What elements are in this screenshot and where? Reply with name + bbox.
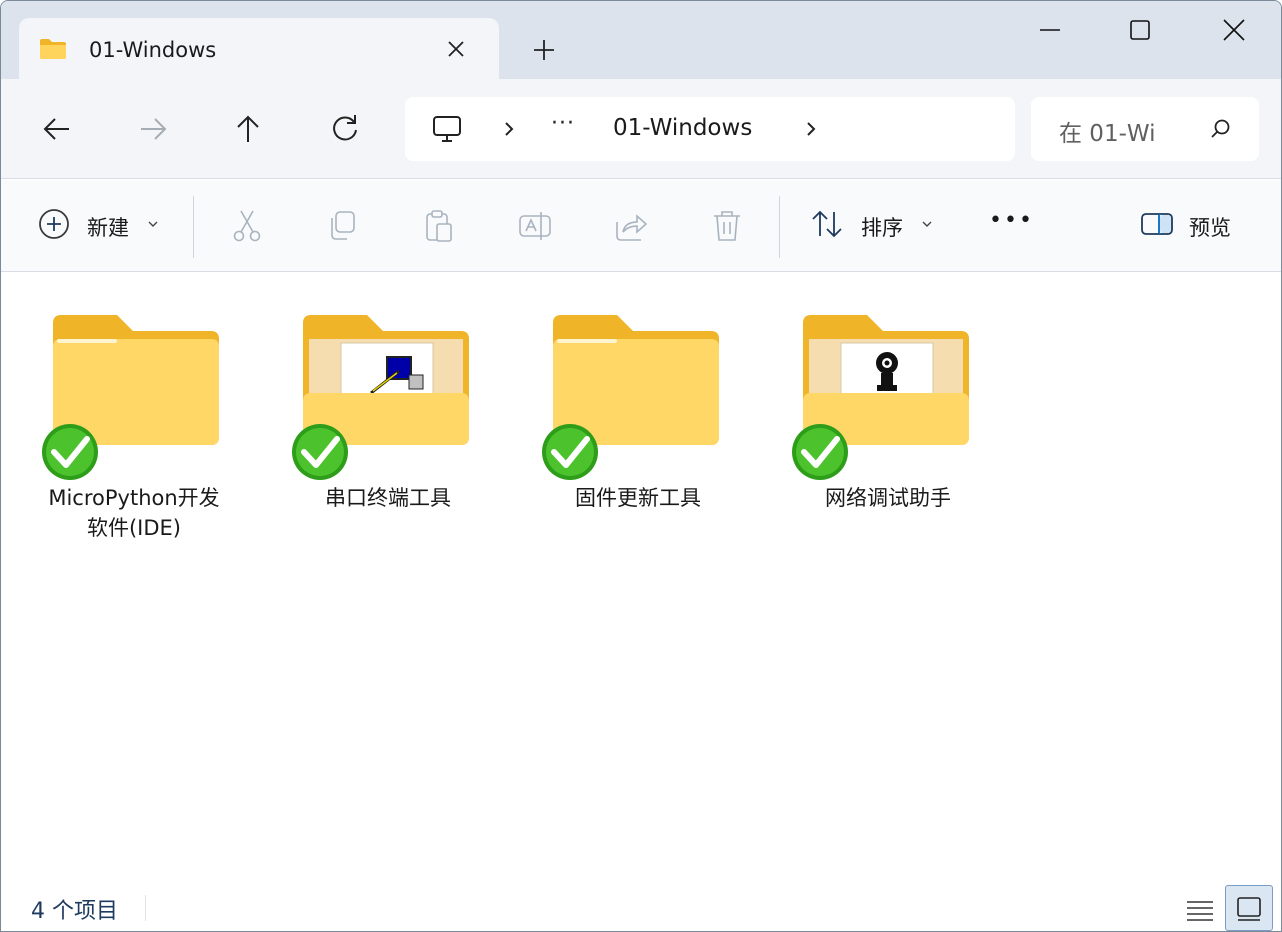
- cut-icon[interactable]: [229, 208, 265, 244]
- new-button[interactable]: 新建: [37, 206, 167, 246]
- rename-icon[interactable]: [517, 208, 553, 244]
- status-bar: 4 个项目: [1, 885, 1281, 931]
- command-bar: 新建 排序 ••• 预览: [1, 180, 1281, 272]
- tab-01-windows[interactable]: 01-Windows: [19, 18, 499, 80]
- folder-icon: [40, 39, 66, 59]
- arrow-up-icon[interactable]: [228, 109, 268, 149]
- folder-item-serial-terminal[interactable]: 串口终端工具: [291, 311, 481, 561]
- file-explorer-window: 01-Windows ··· 01-Windows 在 01-Wi 新建 排序 …: [0, 0, 1282, 932]
- folder-item-micropython-ide[interactable]: MicroPython开发软件(IDE): [41, 311, 231, 561]
- new-label: 新建: [87, 216, 129, 240]
- close-icon[interactable]: [1211, 9, 1257, 51]
- paste-icon[interactable]: [421, 208, 457, 244]
- folder-label: 固件更新工具: [575, 486, 701, 510]
- address-more[interactable]: ···: [551, 111, 575, 136]
- preview-label: 预览: [1189, 216, 1231, 240]
- copy-icon[interactable]: [325, 208, 361, 244]
- divider: [779, 196, 780, 258]
- plus-circle-icon: [39, 209, 69, 239]
- search-placeholder: 在 01-Wi: [1059, 121, 1156, 147]
- arrow-right-icon[interactable]: [133, 109, 173, 149]
- address-segment[interactable]: 01-Windows: [613, 115, 752, 141]
- folder-item-firmware-update[interactable]: 固件更新工具: [541, 311, 731, 561]
- divider: [193, 196, 194, 258]
- sort-button[interactable]: 排序: [809, 206, 939, 246]
- arrow-left-icon[interactable]: [37, 109, 77, 149]
- chevron-right-icon[interactable]: [803, 117, 819, 141]
- minimize-icon[interactable]: [1027, 9, 1073, 51]
- file-list: MicroPython开发软件(IDE) 串口终端工具 固件更新工具 网络调试助…: [1, 273, 1281, 885]
- preview-button[interactable]: 预览: [1139, 206, 1249, 246]
- more-options-button[interactable]: •••: [989, 208, 1034, 233]
- trash-icon[interactable]: [709, 208, 745, 244]
- folder-item-network-debug[interactable]: 网络调试助手: [791, 311, 981, 561]
- sync-check-icon: [542, 424, 598, 480]
- sort-label: 排序: [861, 216, 903, 240]
- tab-title: 01-Windows: [89, 38, 217, 62]
- large-icons-view-button[interactable]: [1225, 885, 1273, 931]
- refresh-icon[interactable]: [325, 109, 365, 149]
- sync-check-icon: [42, 424, 98, 480]
- details-view-icon[interactable]: [1181, 891, 1219, 929]
- preview-pane-icon: [1141, 213, 1173, 235]
- title-bar: 01-Windows: [1, 1, 1281, 80]
- folder-label: 串口终端工具: [325, 486, 451, 510]
- large-icons-view-icon: [1237, 897, 1261, 921]
- divider: [145, 895, 146, 921]
- search-icon[interactable]: [1209, 117, 1233, 141]
- search-input[interactable]: 在 01-Wi: [1031, 97, 1259, 161]
- item-count: 4 个项目: [31, 899, 118, 924]
- share-icon[interactable]: [613, 208, 649, 244]
- new-tab-button[interactable]: [529, 35, 559, 65]
- sort-icon: [812, 210, 842, 238]
- navigation-bar: ··· 01-Windows 在 01-Wi: [1, 79, 1281, 179]
- chevron-right-icon[interactable]: [501, 117, 517, 141]
- chevron-down-icon: [148, 221, 158, 227]
- folder-label: 网络调试助手: [825, 486, 951, 510]
- maximize-icon[interactable]: [1117, 9, 1163, 51]
- folder-label: MicroPython开发软件(IDE): [48, 486, 220, 540]
- sync-check-icon: [792, 424, 848, 480]
- close-tab-icon[interactable]: [443, 36, 469, 62]
- address-bar[interactable]: ··· 01-Windows: [405, 97, 1015, 161]
- sync-check-icon: [292, 424, 348, 480]
- chevron-down-icon: [922, 221, 932, 227]
- computer-icon[interactable]: [431, 113, 463, 145]
